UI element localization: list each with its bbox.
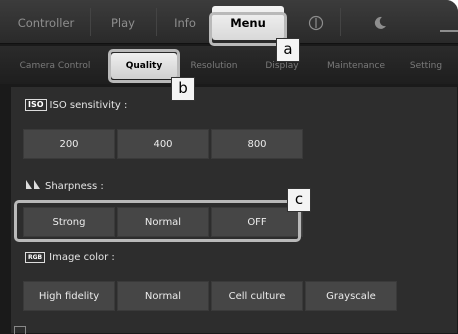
callout-label-c: c <box>287 188 311 212</box>
minimize-icon[interactable] <box>440 30 458 32</box>
partial-icon <box>14 326 26 334</box>
tab-separator <box>156 8 157 36</box>
color-normal-button[interactable]: Normal <box>117 281 209 311</box>
subtab-setting[interactable]: Setting <box>400 53 452 79</box>
tab-controller[interactable]: Controller <box>6 6 86 40</box>
tab-separator <box>90 8 91 36</box>
tab-info[interactable]: Info <box>160 6 210 40</box>
iso-400-button[interactable]: 400 <box>117 129 209 159</box>
sub-tab-bar: Camera Control Quality Resolution Displa… <box>0 46 458 84</box>
color-cell-culture-button[interactable]: Cell culture <box>211 281 303 311</box>
rgb-icon: RGB <box>25 252 46 263</box>
camera-control-screen: Controller Play Info Menu Camera Control… <box>0 0 458 334</box>
callout-frame-c <box>14 200 301 242</box>
iso-icon: ISO <box>25 99 47 111</box>
color-grayscale-button[interactable]: Grayscale <box>305 281 397 311</box>
subtab-camera-control[interactable]: Camera Control <box>6 53 104 79</box>
sharpness-label: Sharpness : <box>45 181 104 192</box>
tab-separator <box>340 8 341 36</box>
iso-section-label: ISO ISO sensitivity : <box>25 99 127 113</box>
callout-label-b: b <box>171 77 195 101</box>
callout-frame-b <box>108 49 180 83</box>
sharpness-section-label: Sharpness : <box>25 179 104 194</box>
callout-label-a: a <box>276 38 300 62</box>
image-color-section-label: RGB Image color : <box>25 251 115 265</box>
iso-800-button[interactable]: 800 <box>211 129 303 159</box>
subtab-resolution[interactable]: Resolution <box>180 53 248 79</box>
subtab-maintenance[interactable]: Maintenance <box>314 53 398 79</box>
iso-label: ISO sensitivity : <box>49 100 128 111</box>
moon-icon[interactable] <box>360 6 400 40</box>
image-color-label: Image color : <box>49 252 115 263</box>
power-icon[interactable] <box>296 6 336 40</box>
sharpness-icon <box>26 180 40 189</box>
tab-play[interactable]: Play <box>94 6 152 40</box>
color-high-fidelity-button[interactable]: High fidelity <box>23 281 115 311</box>
iso-200-button[interactable]: 200 <box>23 129 115 159</box>
